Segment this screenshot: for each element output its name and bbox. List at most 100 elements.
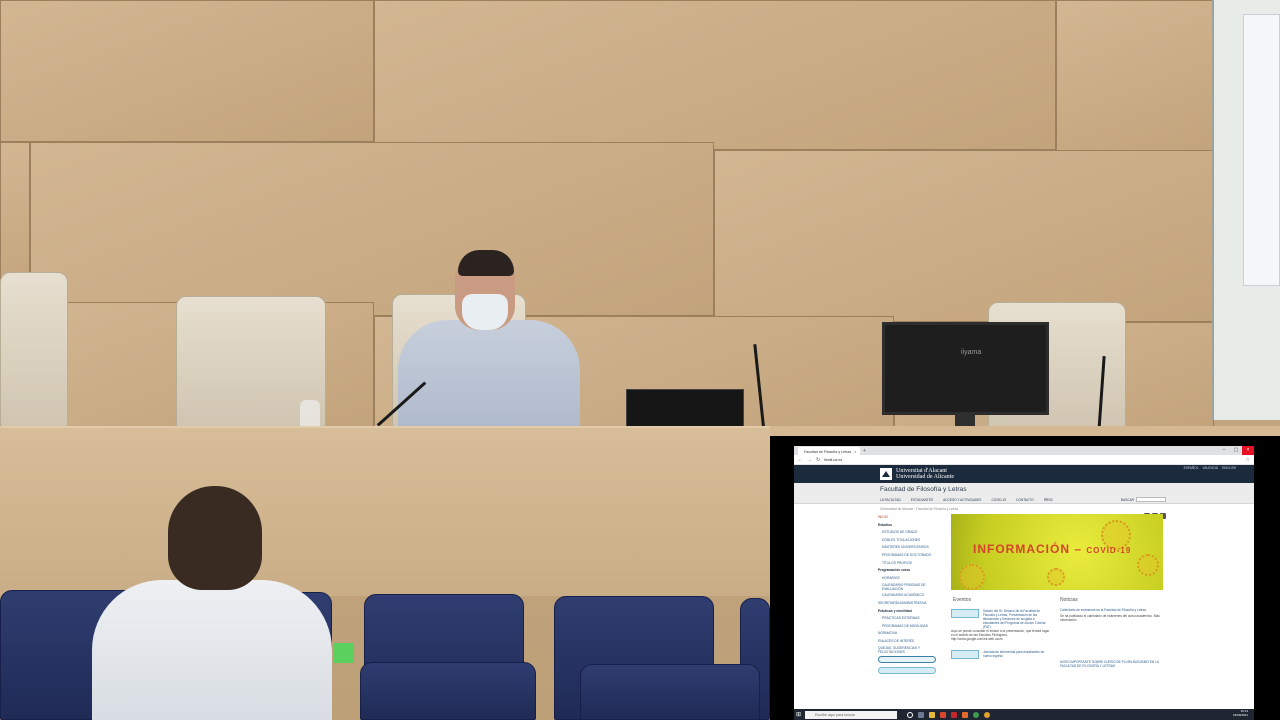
audience-member-head (168, 486, 262, 590)
event-text[interactable]: Saludo del Sr. Decano de la Facultad de … (983, 609, 1049, 629)
news-text: Se ha publicado el calendario de exámene… (1060, 614, 1160, 622)
sidebar-item[interactable]: TÍTULOS PROPIOS (878, 560, 944, 568)
taskbar-apps (907, 711, 991, 718)
browser-tab[interactable]: Facultad de Filosofía y Letras × (798, 446, 860, 455)
new-tab-icon[interactable]: + (863, 448, 866, 454)
banner-info: INFORMACIÓN (973, 542, 1070, 556)
chrome-icon[interactable] (973, 711, 980, 718)
sidebar-item[interactable]: ENLACES DE INTERÉS (878, 638, 944, 646)
wall-panel (30, 142, 714, 316)
virus-graphic (1047, 568, 1065, 586)
wall-panel (374, 0, 1056, 150)
banner-covid: COVID-19 (1086, 546, 1132, 555)
search-input[interactable] (1136, 497, 1166, 502)
sidebar-section[interactable]: Estudios (878, 522, 944, 530)
maximize-icon[interactable]: ▢ (1230, 446, 1242, 455)
minimize-icon[interactable]: – (1218, 446, 1230, 455)
event-text[interactable]: Jornada de bienvenida para estudiantes d… (983, 650, 1049, 658)
menu-item-facultad[interactable]: LA FACULTAD (880, 498, 901, 502)
desk-edge (770, 426, 1280, 436)
tray-date: 15/09/2021 (1232, 712, 1248, 717)
wall-panel (714, 150, 1214, 322)
lecturer-hair (458, 250, 514, 276)
task-view-icon[interactable] (918, 711, 925, 718)
projection-screen (1243, 14, 1280, 286)
acrobat-icon[interactable] (951, 711, 958, 718)
sidebar-item[interactable]: HORARIOS (878, 575, 944, 583)
event-thumbnail[interactable] (878, 667, 936, 674)
tab-title: Facultad de Filosofía y Letras (804, 449, 852, 454)
event-item[interactable]: Saludo del Sr. Decano de la Facultad de … (951, 609, 1051, 629)
star-icon[interactable]: ☆ (1246, 457, 1250, 463)
sidebar-item[interactable]: CALENDARIO PRUEBAS DE EVALUACIÓN (878, 582, 944, 592)
sidebar-button[interactable] (878, 655, 936, 663)
faculty-title[interactable]: Facultad de Filosofía y Letras (794, 483, 1254, 496)
menu-item-contacto[interactable]: CONTACTO (1016, 498, 1034, 502)
banner-dash: – (1074, 542, 1083, 556)
explorer-icon[interactable] (929, 711, 936, 718)
university-name-es: Universidad de Alicante (896, 474, 954, 480)
address-bar: ← → ↻ fieslit.ua.es ☆ (794, 455, 1254, 465)
menu-item-estudiantes[interactable]: ESTUDIANTES (911, 498, 933, 502)
presidential-desk (0, 426, 770, 596)
sidebar-item[interactable]: INICIO (878, 514, 944, 522)
event-thumbnail (951, 609, 979, 618)
sidebar-item[interactable]: PROGRAMAS DE MOVILIDAD (878, 623, 944, 631)
audience-seat (360, 662, 536, 720)
lecturer-body (398, 320, 580, 432)
university-name[interactable]: Universitat d'Alacant Universidad de Ali… (896, 468, 954, 481)
event-extra-2 (951, 662, 1051, 668)
windows-taskbar: ⊞ Escribe aquí para buscar 10:13 15/09/2… (794, 709, 1254, 720)
sidebar-item[interactable]: PRÁCTICAS EXTERNAS (878, 615, 944, 623)
language-selector: ESPAÑOL VALENCIÀ ENGLISH (1184, 466, 1236, 470)
url-field[interactable]: fieslit.ua.es (824, 458, 1241, 462)
search-box: BUSCAR (1121, 497, 1166, 502)
sidebar-item[interactable]: CALENDARIO ACADÉMICO (878, 592, 944, 600)
system-tray[interactable]: 10:13 15/09/2021 (1232, 709, 1248, 718)
sidebar-item[interactable]: ESTUDIOS DE GRADO (878, 529, 944, 537)
wall-panel (1056, 0, 1216, 154)
news-link[interactable]: Calendario de exámenes en la Facultad de… (1060, 608, 1164, 612)
lang-va[interactable]: VALENCIÀ (1202, 466, 1218, 470)
sidebar-item[interactable]: PROGRAMAS DE DOCTORADO (878, 552, 944, 560)
lang-es[interactable]: ESPAÑOL (1184, 466, 1199, 470)
sidebar-item[interactable]: NORMATIVA (878, 630, 944, 638)
sidebar-item[interactable]: SECRETARÍA ADMINISTRATIVA (878, 600, 944, 608)
lang-en[interactable]: ENGLISH (1222, 466, 1236, 470)
browser-window: Facultad de Filosofía y Letras × + – ▢ ×… (794, 446, 1254, 720)
covid-banner[interactable]: INFORMACIÓN – COVID-19 (951, 514, 1163, 590)
app-icon[interactable] (962, 711, 969, 718)
app-icon[interactable] (940, 711, 947, 718)
face-mask (462, 294, 508, 330)
menu-item-acceso[interactable]: ACCESO Y ACTIVIDADES (943, 498, 981, 502)
events-title: Eventos (953, 597, 972, 603)
windows-start-icon[interactable]: ⊞ (796, 711, 801, 718)
breadcrumb: Universidad de Alicante › Facultad de Fi… (880, 507, 958, 511)
news-title: Noticias (1060, 597, 1078, 603)
menu-item-covid[interactable]: COVID-19 (991, 498, 1006, 502)
sidebar-nav: INICIO Estudios ESTUDIOS DE GRADO DOBLES… (878, 514, 944, 663)
virus-graphic (959, 564, 985, 590)
sidebar-item[interactable]: QUEJAS, SUGERENCIAS Y FELICITACIONES (878, 646, 944, 654)
close-icon[interactable]: × (854, 449, 856, 454)
window-close-icon[interactable]: × (1242, 446, 1254, 455)
sidebar-item[interactable]: DOBLES TITULACIONES (878, 537, 944, 545)
sidebar-section[interactable]: Programación curso (878, 567, 944, 575)
page-content: INICIO Estudios ESTUDIOS DE GRADO DOBLES… (794, 512, 1254, 712)
news-item: AVISO IMPORTANTE SOBRE CURSO DE PLURILIN… (1060, 660, 1164, 668)
screen-share-overlay: Facultad de Filosofía y Letras × + – ▢ ×… (770, 436, 1280, 720)
forward-icon[interactable]: → (807, 457, 812, 463)
main-menu: LA FACULTAD ESTUDIANTES ACCESO Y ACTIVID… (794, 496, 1254, 504)
menu-item-rrss[interactable]: RRSS (1044, 498, 1053, 502)
reload-icon[interactable]: ↻ (816, 457, 820, 463)
sidebar-item[interactable]: MÁSTERES UNIVERSITARIOS (878, 544, 944, 552)
taskbar-search[interactable]: Escribe aquí para buscar (805, 710, 898, 719)
news-link[interactable]: AVISO IMPORTANTE SOBRE CURSO DE PLURILIN… (1060, 660, 1164, 668)
sidebar-section[interactable]: Prácticas y movilidad (878, 608, 944, 616)
university-logo-icon[interactable] (880, 468, 892, 480)
green-indicator (334, 643, 354, 663)
audience-member-body (92, 580, 332, 720)
back-icon[interactable]: ← (798, 457, 803, 463)
app-icon[interactable] (984, 711, 991, 718)
cortana-icon[interactable] (907, 711, 914, 718)
